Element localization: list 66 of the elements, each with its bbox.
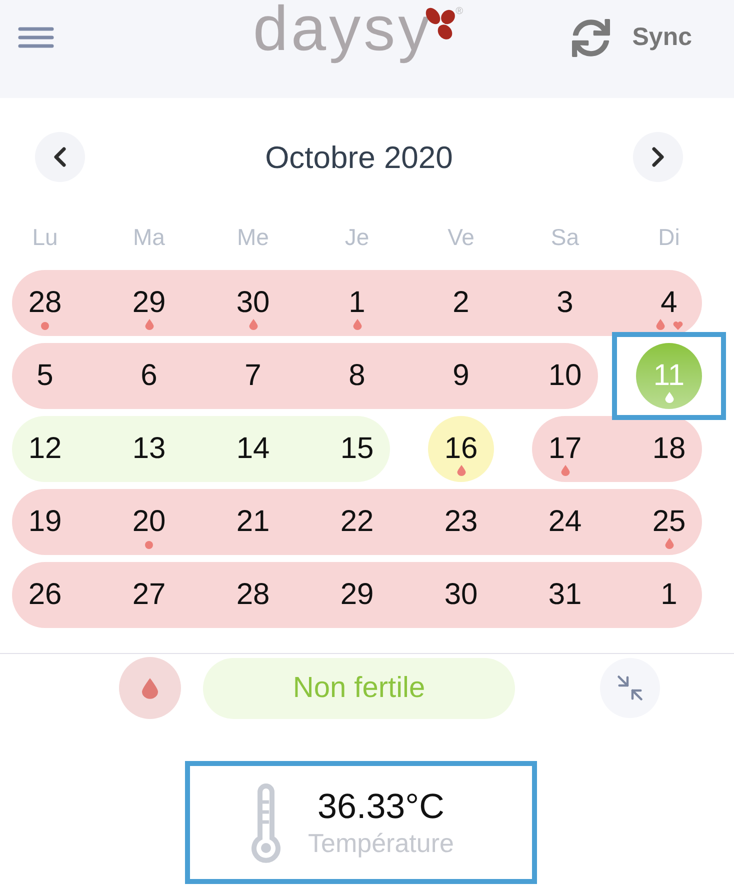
- calendar-day[interactable]: 6: [119, 348, 179, 404]
- drop-icon: [248, 319, 258, 330]
- calendar-day[interactable]: 28: [15, 275, 75, 331]
- calendar-day[interactable]: 17: [535, 421, 595, 477]
- calendar-day[interactable]: 2: [431, 275, 491, 331]
- calendar-day[interactable]: 1: [327, 275, 387, 331]
- calendar-day[interactable]: 5: [15, 348, 75, 404]
- calendar-day[interactable]: 4: [639, 275, 699, 331]
- calendar-day[interactable]: 29: [119, 275, 179, 331]
- sync-button[interactable]: Sync: [572, 18, 692, 56]
- calendar-day[interactable]: 23: [431, 494, 491, 550]
- weekday-label: Ve: [448, 226, 474, 248]
- calendar-day[interactable]: 19: [15, 494, 75, 550]
- calendar-day[interactable]: 1: [639, 567, 699, 623]
- shrink-arrows-icon: [615, 673, 645, 703]
- calendar-day[interactable]: 20: [119, 494, 179, 550]
- calendar-day[interactable]: 8: [327, 348, 387, 404]
- dot-icon: [145, 541, 153, 549]
- drop-icon: [142, 678, 158, 698]
- drop-icon: [664, 538, 674, 549]
- calendar-day[interactable]: 26: [15, 567, 75, 623]
- calendar-day[interactable]: 16: [431, 421, 491, 477]
- chevron-right-icon: [650, 146, 665, 168]
- calendar-day[interactable]: 12: [15, 421, 75, 477]
- calendar-day[interactable]: 3: [535, 275, 595, 331]
- weekday-label: Je: [344, 226, 370, 248]
- temperature-value: 36.33°C: [318, 786, 444, 826]
- month-title: Octobre 2020: [265, 142, 453, 172]
- calendar-day[interactable]: 14: [223, 421, 283, 477]
- registered-mark: ®: [456, 6, 463, 16]
- menu-icon: [18, 27, 54, 48]
- temperature-label: Température: [308, 826, 454, 858]
- drop-icon: [352, 319, 362, 330]
- drop-icon: [456, 465, 466, 476]
- weekday-label: Sa: [550, 226, 580, 248]
- chevron-left-icon: [53, 146, 67, 168]
- calendar-day[interactable]: 28: [223, 567, 283, 623]
- calendar-day[interactable]: 13: [119, 421, 179, 477]
- drop-icon: [144, 319, 154, 330]
- calendar-day[interactable]: 30: [431, 567, 491, 623]
- thermometer-icon: [250, 782, 282, 864]
- calendar-day[interactable]: 27: [119, 567, 179, 623]
- drop-icon: [664, 392, 674, 403]
- calendar-day[interactable]: 10: [535, 348, 595, 404]
- weekday-label: Di: [658, 226, 680, 248]
- calendar-day[interactable]: 22: [327, 494, 387, 550]
- calendar-day[interactable]: 21: [223, 494, 283, 550]
- weekday-label: Ma: [133, 226, 165, 248]
- dot-icon: [41, 322, 49, 330]
- calendar-day[interactable]: 24: [535, 494, 595, 550]
- calendar-day[interactable]: 18: [639, 421, 699, 477]
- calendar-day[interactable]: 30: [223, 275, 283, 331]
- calendar-day[interactable]: 7: [223, 348, 283, 404]
- drop-icon: [656, 319, 664, 330]
- weekday-label: Lu: [32, 226, 58, 248]
- drop-icon: [560, 465, 570, 476]
- status-pill: Non fertile: [203, 658, 515, 718]
- calendar-day[interactable]: 29: [327, 567, 387, 623]
- calendar-day[interactable]: 15: [327, 421, 387, 477]
- heart-icon: [672, 321, 682, 330]
- weekday-label: Me: [237, 226, 269, 248]
- sync-icon: [572, 18, 610, 56]
- previous-month-button[interactable]: [35, 132, 85, 182]
- calendar-day[interactable]: 9: [431, 348, 491, 404]
- calendar-day[interactable]: 31: [535, 567, 595, 623]
- calendar-day[interactable]: 25: [639, 494, 699, 550]
